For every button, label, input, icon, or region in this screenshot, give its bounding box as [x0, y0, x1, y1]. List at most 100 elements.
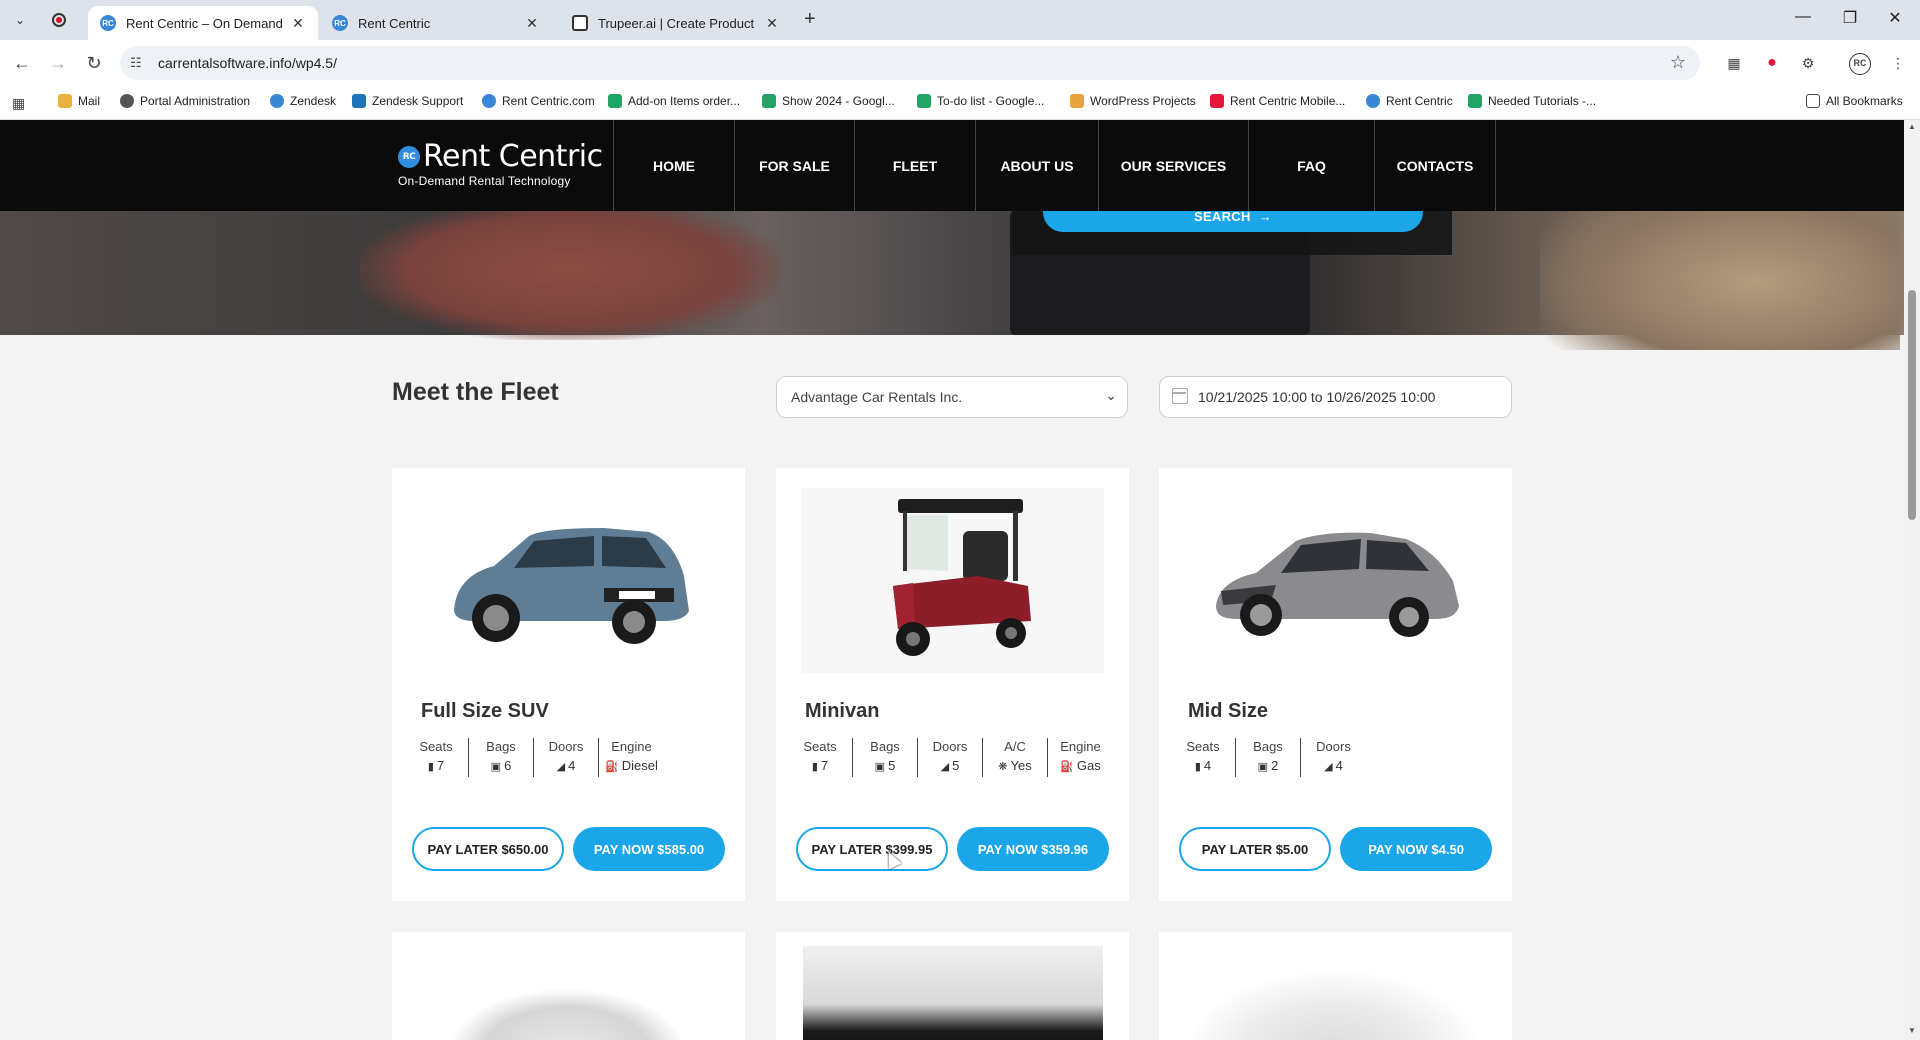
tab-trupeer[interactable]: Trupeer.ai | Create Product Vide ✕: [560, 6, 792, 40]
bookmark-rent-centric[interactable]: Rent Centric: [1366, 94, 1453, 108]
profile-avatar[interactable]: RC: [1849, 53, 1871, 75]
bookmark-needed-tutorials[interactable]: Needed Tutorials -...: [1468, 94, 1596, 108]
menu-our-services[interactable]: OUR SERVICES: [1098, 120, 1248, 211]
close-tab-icon[interactable]: ✕: [764, 15, 780, 32]
spec-engine: Engine ⛽ Diesel: [599, 738, 664, 777]
black-sedan-image[interactable]: [803, 946, 1103, 1040]
spec-label: Seats: [1186, 739, 1220, 754]
spec-value: 2: [1271, 758, 1279, 773]
site-logo[interactable]: RC Rent Centric On-Demand Rental Technol…: [398, 142, 603, 188]
new-tab-icon[interactable]: +: [804, 8, 816, 31]
bookmark-wordpress-projects[interactable]: WordPress Projects: [1070, 94, 1196, 108]
door-icon: ◢: [940, 761, 950, 773]
all-bookmarks[interactable]: All Bookmarks: [1806, 94, 1903, 108]
minimize-icon[interactable]: —: [1788, 8, 1818, 26]
pay-later-button[interactable]: PAY LATER $5.00: [1179, 827, 1331, 871]
spec-label: Bags: [870, 739, 900, 754]
bookmark-add-on-items[interactable]: Add-on Items order...: [608, 94, 740, 108]
pay-now-button[interactable]: PAY NOW $585.00: [573, 827, 725, 871]
bookmark-mail[interactable]: Mail: [58, 94, 100, 108]
mail-icon: [58, 94, 72, 108]
menu-faq[interactable]: FAQ: [1248, 120, 1374, 211]
restore-icon[interactable]: ❐: [1835, 8, 1865, 28]
menu-for-sale[interactable]: FOR SALE: [734, 120, 854, 211]
page-scrollbar[interactable]: ▲ ▼: [1904, 120, 1920, 1040]
date-range-field[interactable]: 10/21/2025 10:00 to 10/26/2025 10:00: [1159, 376, 1512, 418]
bookmark-rent-centric-mobile[interactable]: Rent Centric Mobile...: [1210, 94, 1345, 108]
sheets-icon: [917, 94, 931, 108]
bookmark-label: To-do list - Google...: [937, 94, 1045, 108]
menu-about-us[interactable]: ABOUT US: [975, 120, 1098, 211]
bookmark-label: Needed Tutorials -...: [1488, 94, 1597, 108]
close-tab-icon[interactable]: ✕: [290, 15, 306, 32]
fleet-heading: Meet the Fleet: [392, 378, 559, 406]
scrollbar-thumb[interactable]: [1908, 290, 1916, 520]
bookmark-to-do-list[interactable]: To-do list - Google...: [917, 94, 1044, 108]
fuel-icon: ⛽: [605, 761, 619, 773]
menu-contacts[interactable]: CONTACTS: [1374, 120, 1496, 211]
pay-now-button[interactable]: PAY NOW $359.96: [957, 827, 1109, 871]
url-text[interactable]: carrentalsoftware.info/wp4.5/: [158, 55, 337, 71]
recorder-extension-icon[interactable]: ●: [1762, 53, 1782, 73]
bookmark-zendesk-support[interactable]: Zendesk Support: [352, 94, 463, 108]
close-window-icon[interactable]: ✕: [1880, 8, 1910, 28]
browser-menu-icon[interactable]: ⋮: [1888, 53, 1908, 73]
tab-rent-centric[interactable]: RC Rent Centric ✕: [320, 6, 552, 40]
apps-grid-icon[interactable]: ▦: [12, 95, 25, 112]
zendesk-icon: [352, 94, 366, 108]
bookmark-rent-centric-com[interactable]: Rent Centric.com: [482, 94, 595, 108]
site-info-icon[interactable]: ☷: [130, 55, 142, 71]
rc-favicon-icon: [482, 94, 496, 108]
rc-favicon-icon: RC: [100, 15, 116, 31]
extensions-puzzle-icon[interactable]: ⚙: [1798, 53, 1818, 73]
pay-later-button[interactable]: PAY LATER $399.95: [796, 827, 948, 871]
calendar-icon: [1172, 388, 1188, 404]
menu-fleet[interactable]: FLEET: [854, 120, 975, 211]
rc-favicon-icon: RC: [332, 15, 348, 31]
bookmark-star-icon[interactable]: ☆: [1670, 52, 1686, 73]
seat-icon: ▮: [427, 761, 434, 773]
bookmark-portal-administration[interactable]: Portal Administration: [120, 94, 250, 108]
spec-seats: Seats ▮ 7: [404, 738, 469, 777]
bookmark-label: Rent Centric: [1386, 94, 1453, 108]
spec-value: Yes: [1010, 758, 1032, 773]
tab-rent-centric-home[interactable]: RC Rent Centric – On Demand Ren ✕: [88, 6, 318, 40]
recording-indicator-icon[interactable]: [52, 13, 66, 27]
reload-icon[interactable]: ↻: [82, 51, 106, 75]
spec-label: Bags: [1253, 739, 1283, 754]
menu-home[interactable]: HOME: [613, 120, 734, 211]
bookmark-label: All Bookmarks: [1826, 94, 1903, 108]
scroll-up-icon[interactable]: ▲: [1907, 122, 1917, 132]
white-suv-image[interactable]: [452, 990, 682, 1040]
spec-bags: Bags ▣ 6: [469, 738, 534, 777]
door-icon: ◢: [556, 761, 566, 773]
pay-later-button[interactable]: PAY LATER $650.00: [412, 827, 564, 871]
fan-icon: ❋: [998, 761, 1008, 773]
tab-search-icon[interactable]: ⌄: [8, 8, 32, 32]
pay-now-button[interactable]: PAY NOW $4.50: [1340, 827, 1492, 871]
spec-bags: Bags ▣ 5: [853, 738, 918, 777]
forward-icon[interactable]: →: [46, 51, 70, 75]
chevron-down-icon: ⌄: [1105, 387, 1117, 403]
back-icon[interactable]: ←: [10, 51, 34, 75]
youtube-icon: [1210, 94, 1224, 108]
spec-value: Gas: [1076, 758, 1101, 773]
sedan-image[interactable]: [1184, 488, 1487, 673]
spec-value: 4: [1203, 758, 1212, 773]
bookmark-zendesk[interactable]: Zendesk: [270, 94, 336, 108]
sheets-icon: [762, 94, 776, 108]
spec-value: 4: [1335, 758, 1343, 773]
close-tab-icon[interactable]: ✕: [524, 15, 540, 32]
spec-ac: A/C ❋ Yes: [983, 738, 1048, 777]
suv-image[interactable]: [417, 488, 720, 673]
bag-icon: ▣: [874, 761, 886, 773]
url-field[interactable]: ☷ carrentalsoftware.info/wp4.5/ ☆: [120, 46, 1700, 80]
bookmark-show-2024[interactable]: Show 2024 - Googl...: [762, 94, 895, 108]
location-select[interactable]: Advantage Car Rentals Inc. ⌄: [776, 376, 1128, 418]
extension-qr-icon[interactable]: ▦: [1724, 53, 1744, 73]
spec-label: Doors: [932, 739, 968, 754]
white-crossover-image[interactable]: [1189, 972, 1479, 1040]
vehicle-specs: Seats ▮ 4 Bags ▣ 2 Doors ◢ 4: [1171, 738, 1366, 777]
scroll-down-icon[interactable]: ▼: [1907, 1026, 1917, 1036]
golf-cart-image[interactable]: [801, 488, 1104, 673]
